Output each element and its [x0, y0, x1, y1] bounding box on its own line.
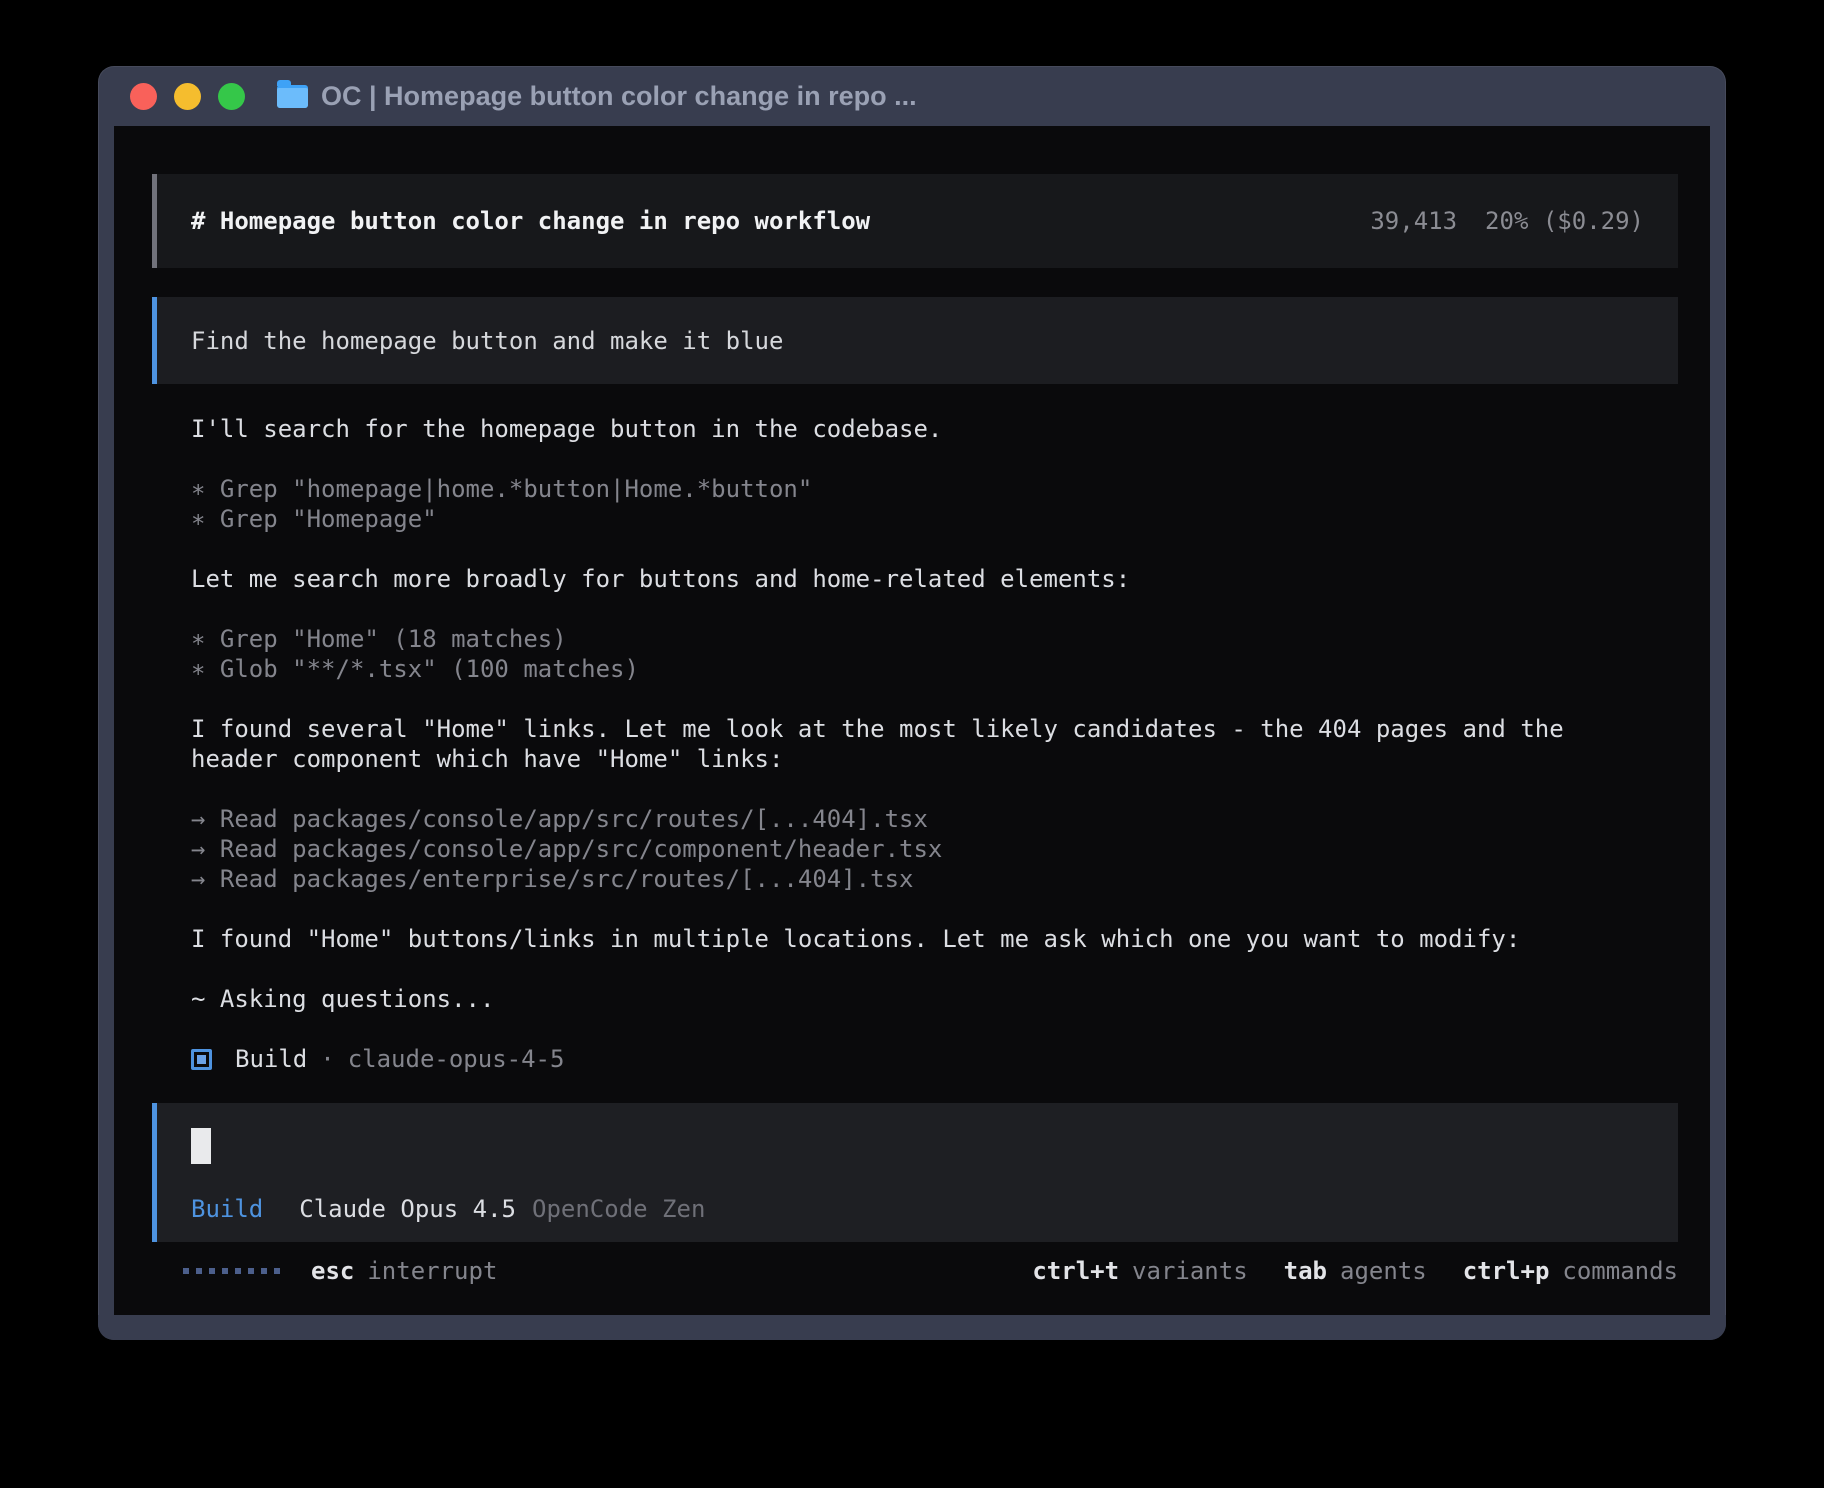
hint-interrupt-label: interrupt — [367, 1257, 497, 1285]
hint-variants: ctrl+t variants — [1032, 1257, 1247, 1285]
spinner-dot — [261, 1268, 267, 1274]
build-agent-icon — [191, 1049, 212, 1070]
spinner-dots — [183, 1268, 280, 1274]
input-model-label[interactable]: Claude Opus 4.5 — [299, 1195, 516, 1223]
assistant-text: Let me search more broadly for buttons a… — [152, 564, 1678, 594]
session-stats: 39,413 20% ($0.29) — [1370, 207, 1644, 235]
tool-call-group: ∗ Grep "homepage|home.*button|Home.*butt… — [152, 474, 1678, 534]
assistant-text: I found "Home" buttons/links in multiple… — [152, 924, 1678, 954]
tool-call-group: ∗ Grep "Home" (18 matches)∗ Glob "**/*.t… — [152, 624, 1678, 684]
spinner-dot — [209, 1268, 215, 1274]
assistant-text-line: ~ Asking questions... — [191, 984, 1678, 1014]
spinner-dot — [183, 1268, 189, 1274]
zoom-button[interactable] — [218, 83, 245, 110]
window-bottom-bar — [98, 1315, 1726, 1340]
hint-agents-label: agents — [1340, 1257, 1427, 1285]
input-meta: Build Claude Opus 4.5 OpenCode Zen — [191, 1195, 1644, 1223]
tool-call-line: ∗ Glob "**/*.tsx" (100 matches) — [191, 654, 1678, 684]
terminal-content: # Homepage button color change in repo w… — [114, 126, 1710, 1315]
traffic-lights — [130, 83, 245, 110]
input-agent-label[interactable]: Build — [191, 1195, 263, 1223]
window-title: OC | Homepage button color change in rep… — [321, 81, 917, 112]
hint-interrupt: esc interrupt — [311, 1257, 497, 1285]
hint-agents: tab agents — [1284, 1257, 1427, 1285]
key-tab: tab — [1284, 1257, 1327, 1285]
assistant-text-line: header component which have "Home" links… — [191, 744, 1678, 774]
session-header: # Homepage button color change in repo w… — [152, 174, 1678, 268]
assistant-text-line: I found "Home" buttons/links in multiple… — [191, 924, 1678, 954]
minimize-button[interactable] — [174, 83, 201, 110]
spinner-dot — [222, 1268, 228, 1274]
text-cursor — [191, 1128, 211, 1164]
agent-separator: · — [320, 1045, 334, 1073]
tool-call-line: ∗ Grep "Home" (18 matches) — [191, 624, 1678, 654]
tool-call-line: → Read packages/console/app/src/routes/[… — [191, 804, 1678, 834]
status-footer: esc interrupt ctrl+t variants tab agents… — [152, 1256, 1678, 1286]
context-usage: 20% ($0.29) — [1485, 207, 1644, 235]
tool-call-line: ∗ Grep "Homepage" — [191, 504, 1678, 534]
assistant-text-line: I'll search for the homepage button in t… — [191, 414, 1678, 444]
assistant-text: ~ Asking questions... — [152, 984, 1678, 1014]
agent-name: Build — [235, 1045, 307, 1073]
hint-commands-label: commands — [1562, 1257, 1678, 1285]
spinner-dot — [248, 1268, 254, 1274]
session-title: # Homepage button color change in repo w… — [191, 207, 870, 235]
tool-call-line: → Read packages/enterprise/src/routes/[.… — [191, 864, 1678, 894]
assistant-text-line: Let me search more broadly for buttons a… — [191, 564, 1678, 594]
user-message-text: Find the homepage button and make it blu… — [191, 327, 783, 355]
transcript: I'll search for the homepage button in t… — [152, 414, 1678, 1014]
key-ctrl-p: ctrl+p — [1463, 1257, 1550, 1285]
key-ctrl-t: ctrl+t — [1032, 1257, 1119, 1285]
spinner-dot — [235, 1268, 241, 1274]
hint-commands: ctrl+p commands — [1463, 1257, 1678, 1285]
footer-hints-right: ctrl+t variants tab agents ctrl+p comman… — [1032, 1257, 1678, 1285]
folder-icon — [277, 85, 308, 108]
agent-model: claude-opus-4-5 — [348, 1045, 565, 1073]
terminal-window: OC | Homepage button color change in rep… — [98, 66, 1726, 1340]
assistant-text-line: I found several "Home" links. Let me loo… — [191, 714, 1678, 744]
close-button[interactable] — [130, 83, 157, 110]
assistant-text: I'll search for the homepage button in t… — [152, 414, 1678, 444]
spinner-dot — [274, 1268, 280, 1274]
hint-variants-label: variants — [1132, 1257, 1248, 1285]
spinner-dot — [196, 1268, 202, 1274]
prompt-input[interactable]: Build Claude Opus 4.5 OpenCode Zen — [152, 1103, 1678, 1242]
input-provider-label: OpenCode Zen — [532, 1195, 705, 1223]
tool-call-line: → Read packages/console/app/src/componen… — [191, 834, 1678, 864]
key-esc: esc — [311, 1257, 354, 1285]
agent-status-row: Build · claude-opus-4-5 — [152, 1044, 1678, 1074]
user-message: Find the homepage button and make it blu… — [152, 297, 1678, 384]
titlebar[interactable]: OC | Homepage button color change in rep… — [98, 66, 1726, 126]
tool-call-line: ∗ Grep "homepage|home.*button|Home.*butt… — [191, 474, 1678, 504]
token-count: 39,413 — [1370, 207, 1457, 235]
tool-call-group: → Read packages/console/app/src/routes/[… — [152, 804, 1678, 894]
assistant-text: I found several "Home" links. Let me loo… — [152, 714, 1678, 774]
